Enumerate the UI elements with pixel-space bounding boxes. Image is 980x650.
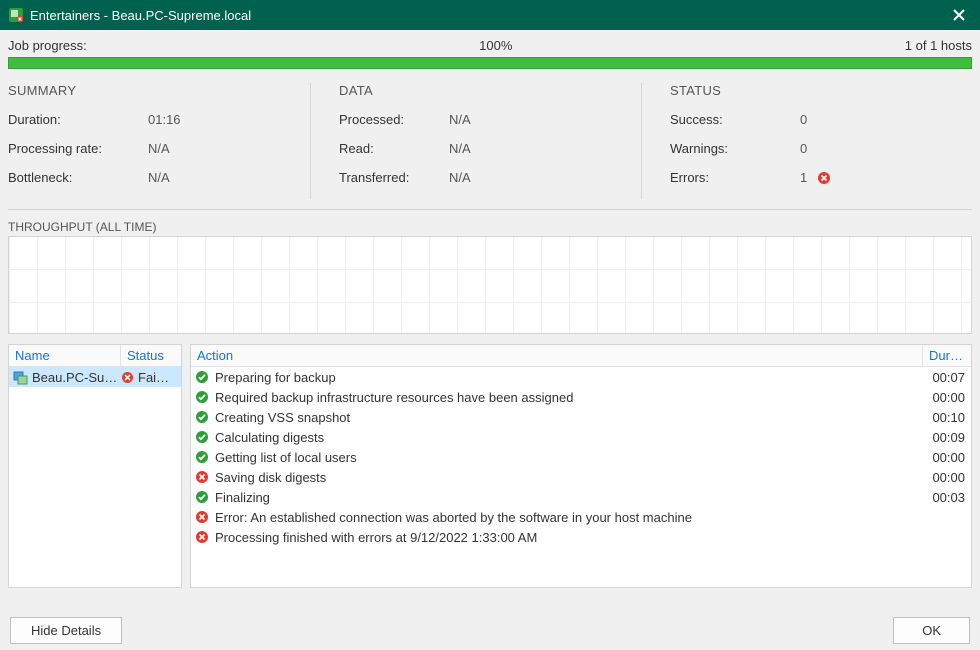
processed-label: Processed:	[339, 112, 449, 127]
progress-percent: 100%	[87, 38, 905, 53]
action-duration: 00:00	[921, 390, 965, 405]
action-text: Error: An established connection was abo…	[215, 510, 692, 525]
action-text: Creating VSS snapshot	[215, 410, 350, 425]
ok-icon	[195, 450, 209, 464]
action-row[interactable]: Calculating digests 00:09	[191, 427, 971, 447]
status-head: STATUS	[670, 83, 964, 98]
hide-details-button[interactable]: Hide Details	[10, 617, 122, 644]
rate-label: Processing rate:	[8, 141, 148, 156]
data-col: DATA Processed:N/A Read:N/A Transferred:…	[310, 83, 641, 199]
host-name: Beau.PC-Sup…	[32, 370, 121, 385]
transferred-label: Transferred:	[339, 170, 449, 185]
action-text: Getting list of local users	[215, 450, 357, 465]
action-text: Calculating digests	[215, 430, 324, 445]
error-icon	[817, 171, 831, 185]
action-duration: 00:07	[921, 370, 965, 385]
bottleneck-value: N/A	[148, 170, 170, 185]
progress-row: Job progress: 100% 1 of 1 hosts	[8, 38, 972, 53]
app-icon	[8, 7, 24, 23]
stats-section: SUMMARY Duration:01:16 Processing rate:N…	[8, 83, 972, 210]
processed-value: N/A	[449, 112, 471, 127]
host-row[interactable]: Beau.PC-Sup… Fai…	[9, 367, 181, 387]
status-col: STATUS Success:0 Warnings:0 Errors:1	[641, 83, 972, 199]
title-bar: Entertainers - Beau.PC-Supreme.local	[0, 0, 980, 30]
errors-value: 1	[800, 170, 807, 185]
action-row[interactable]: Creating VSS snapshot 00:10	[191, 407, 971, 427]
throughput-label: THROUGHPUT (ALL TIME)	[8, 220, 972, 234]
tables-row: Name Status Beau.PC-Sup… Fai…	[8, 344, 972, 588]
error-icon	[121, 371, 134, 384]
action-duration: 00:03	[921, 490, 965, 505]
summary-col: SUMMARY Duration:01:16 Processing rate:N…	[8, 83, 310, 199]
duration-value: 01:16	[148, 112, 181, 127]
progress-hosts: 1 of 1 hosts	[905, 38, 972, 53]
summary-head: SUMMARY	[8, 83, 302, 98]
ok-icon	[195, 490, 209, 504]
warnings-label: Warnings:	[670, 141, 800, 156]
action-row[interactable]: Preparing for backup 00:07	[191, 367, 971, 387]
error-icon	[195, 510, 209, 524]
duration-label: Duration:	[8, 112, 148, 127]
progress-label: Job progress:	[8, 38, 87, 53]
action-row[interactable]: Error: An established connection was abo…	[191, 507, 971, 527]
success-label: Success:	[670, 112, 800, 127]
success-value: 0	[800, 112, 807, 127]
action-text: Saving disk digests	[215, 470, 326, 485]
col-name[interactable]: Name	[9, 345, 121, 366]
ok-icon	[195, 430, 209, 444]
hosts-table: Name Status Beau.PC-Sup… Fai…	[8, 344, 182, 588]
throughput-chart	[8, 236, 972, 334]
action-row[interactable]: Processing finished with errors at 9/12/…	[191, 527, 971, 547]
host-status: Fai…	[138, 370, 169, 385]
action-row[interactable]: Finalizing 00:03	[191, 487, 971, 507]
window-title: Entertainers - Beau.PC-Supreme.local	[30, 8, 946, 23]
transferred-value: N/A	[449, 170, 471, 185]
action-duration: 00:10	[921, 410, 965, 425]
actions-table: Action Dura… Preparing for backup 00:07 Re…	[190, 344, 972, 588]
action-text: Preparing for backup	[215, 370, 336, 385]
close-button[interactable]	[946, 2, 972, 28]
read-value: N/A	[449, 141, 471, 156]
error-icon	[195, 470, 209, 484]
action-row[interactable]: Saving disk digests 00:00	[191, 467, 971, 487]
actions-header: Action Dura…	[191, 345, 971, 367]
col-duration[interactable]: Dura…	[923, 345, 971, 366]
action-row[interactable]: Required backup infrastructure resources…	[191, 387, 971, 407]
errors-label: Errors:	[670, 170, 800, 185]
action-duration: 00:00	[921, 470, 965, 485]
action-duration: 00:09	[921, 430, 965, 445]
dialog-footer: Hide Details OK	[0, 610, 980, 650]
col-action[interactable]: Action	[191, 345, 923, 366]
close-icon	[953, 9, 965, 21]
read-label: Read:	[339, 141, 449, 156]
data-head: DATA	[339, 83, 633, 98]
action-text: Finalizing	[215, 490, 270, 505]
error-icon	[195, 530, 209, 544]
col-status[interactable]: Status	[121, 345, 181, 366]
host-icon	[13, 370, 28, 385]
action-duration: 00:00	[921, 450, 965, 465]
ok-button[interactable]: OK	[893, 617, 970, 644]
action-text: Processing finished with errors at 9/12/…	[215, 530, 537, 545]
action-row[interactable]: Getting list of local users 00:00	[191, 447, 971, 467]
progress-bar	[8, 57, 972, 69]
rate-value: N/A	[148, 141, 170, 156]
ok-icon	[195, 410, 209, 424]
action-text: Required backup infrastructure resources…	[215, 390, 573, 405]
ok-icon	[195, 370, 209, 384]
bottleneck-label: Bottleneck:	[8, 170, 148, 185]
warnings-value: 0	[800, 141, 807, 156]
hosts-header: Name Status	[9, 345, 181, 367]
ok-icon	[195, 390, 209, 404]
